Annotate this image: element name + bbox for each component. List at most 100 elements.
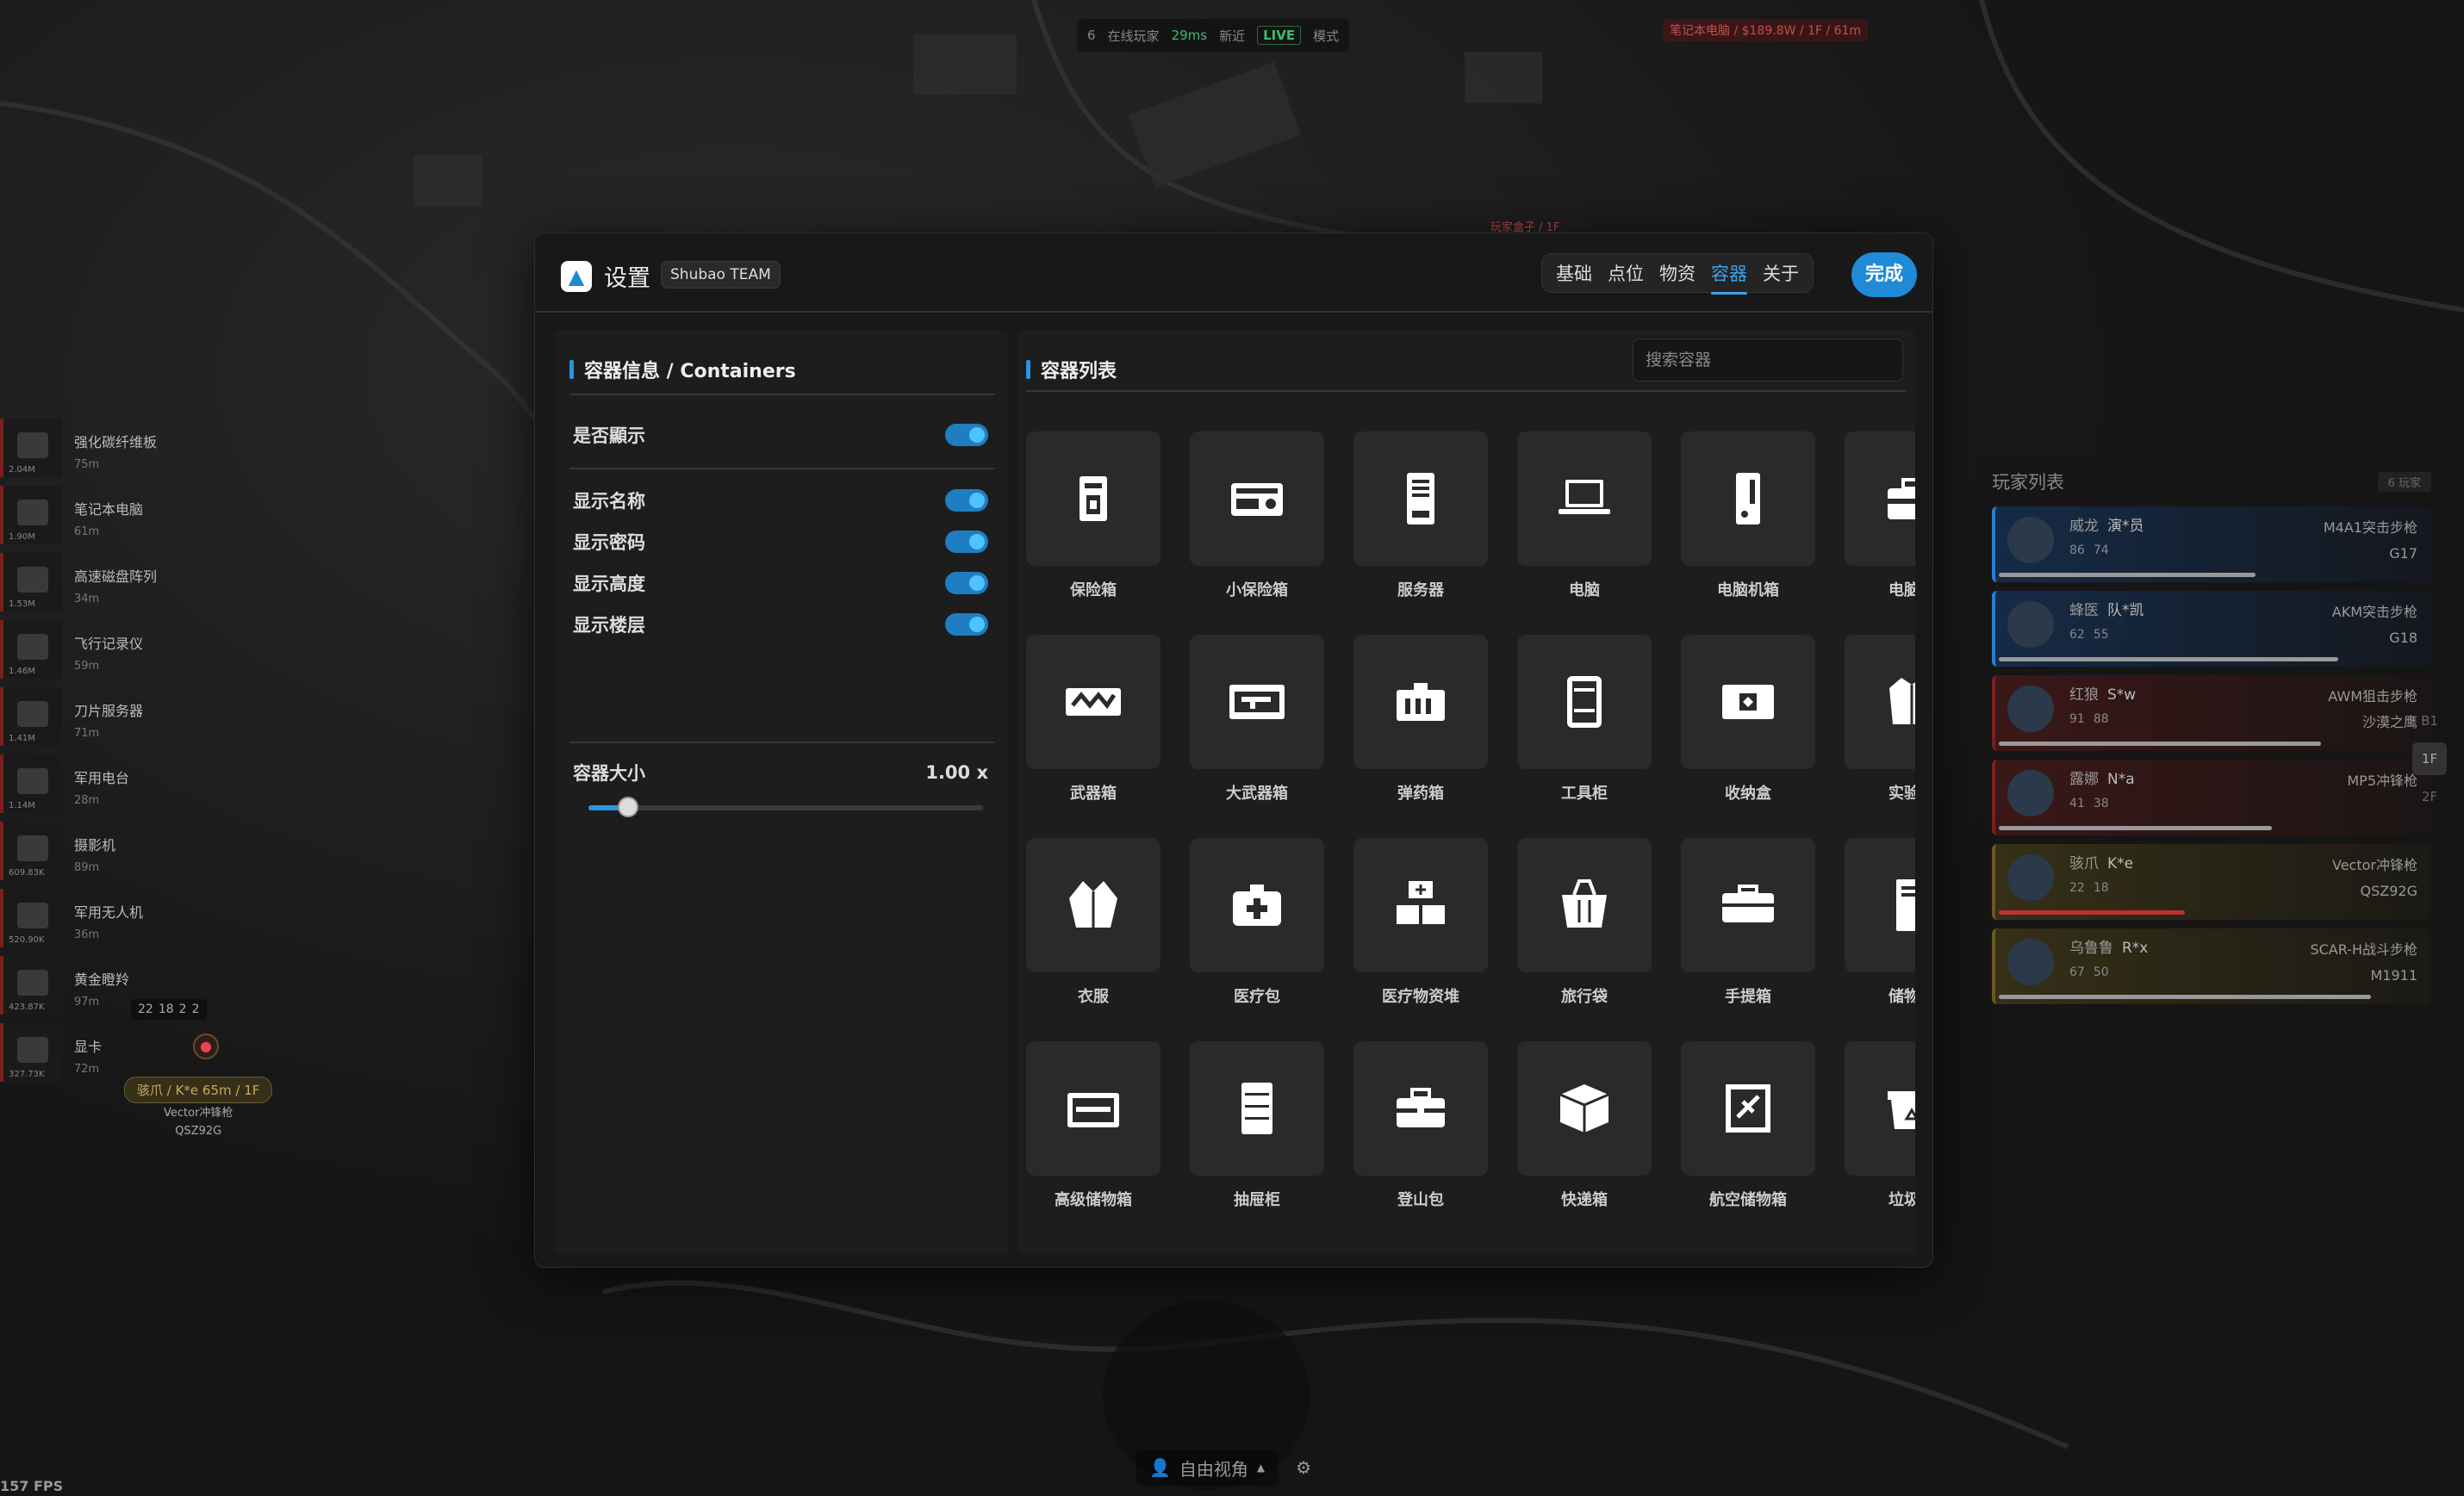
container-tile[interactable] — [1026, 635, 1160, 769]
container-tile[interactable] — [1517, 431, 1652, 566]
camera-mode-button[interactable]: 👤 自由视角 ▲ — [1136, 1449, 1279, 1486]
container-search-input[interactable] — [1633, 338, 1903, 382]
loot-item[interactable]: 1.14M 军用电台 28m — [0, 754, 207, 822]
container-card[interactable]: 抽屉柜 — [1190, 1041, 1324, 1210]
container-card[interactable]: 小保险箱 — [1190, 431, 1324, 600]
container-card[interactable]: 电脑包 — [1845, 431, 1915, 600]
loot-value[interactable]: 609.83K — [9, 868, 45, 878]
player-map-tag[interactable]: 骇爪 / K*e 65m / 1F — [124, 1077, 273, 1103]
loot-value[interactable]: 423.87K — [9, 1003, 45, 1012]
container-tile[interactable] — [1190, 431, 1324, 566]
container-card[interactable]: 垃圾箱 — [1845, 1041, 1915, 1210]
container-tile[interactable] — [1353, 635, 1488, 769]
floor-1f[interactable]: 1F — [2412, 742, 2447, 775]
size-slider-handle[interactable] — [617, 797, 638, 817]
loot-value[interactable]: 1.41M — [9, 734, 35, 743]
player-row[interactable]: 蜂医 队*凯 62 55 AKM突击步枪 G18 — [1992, 591, 2431, 667]
container-card[interactable]: 快递箱 — [1517, 1041, 1652, 1210]
floor-2f[interactable]: 2F — [2412, 780, 2447, 813]
tab-2[interactable]: 物资 — [1654, 260, 1701, 286]
option-row: 显示高度 — [573, 566, 988, 600]
container-tile[interactable] — [1845, 431, 1915, 566]
loot-value[interactable]: 1.14M — [9, 801, 35, 810]
player-avatar — [2007, 770, 2054, 816]
container-card[interactable]: 电脑 — [1517, 431, 1652, 600]
container-tile[interactable] — [1517, 838, 1652, 972]
map-loot-marker[interactable]: 笔记本电脑 / $189.8W / 1F / 61m — [1663, 19, 1869, 41]
container-tile[interactable] — [1190, 635, 1324, 769]
container-tile[interactable] — [1845, 635, 1915, 769]
loot-item[interactable]: 1.46M 飞行记录仪 59m — [0, 620, 207, 687]
option-toggle[interactable] — [945, 613, 988, 636]
container-tile[interactable] — [1681, 431, 1815, 566]
tab-3[interactable]: 容器 — [1706, 260, 1752, 295]
container-card[interactable]: 工具柜 — [1517, 635, 1652, 804]
container-card[interactable]: 服务器 — [1353, 431, 1488, 600]
loot-item[interactable]: 2.04M 强化碳纤维板 75m — [0, 419, 207, 486]
container-card[interactable]: 航空储物箱 — [1681, 1041, 1815, 1210]
container-tile[interactable] — [1681, 635, 1815, 769]
loot-value[interactable]: 1.53M — [9, 599, 35, 609]
player-row[interactable]: 红狼 S*w 91 88 AWM狙击步枪 沙漠之鹰 — [1992, 675, 2431, 751]
loot-value[interactable]: 1.90M — [9, 532, 35, 542]
container-card[interactable]: 登山包 — [1353, 1041, 1488, 1210]
container-tile[interactable] — [1681, 838, 1815, 972]
container-tile[interactable] — [1353, 431, 1488, 566]
container-label: 医疗物资堆 — [1382, 988, 1459, 1006]
player-row[interactable]: 骇爪 K*e 22 18 Vector冲锋枪 QSZ92G — [1992, 844, 2431, 920]
show-toggle[interactable] — [945, 424, 988, 446]
container-grid: 保险箱 小保险箱 服务器 电脑 电脑机箱 电脑包武器箱 大武器箱 弹药箱 工具柜 收纳盒 实验服衣服… — [1017, 416, 1915, 1245]
option-toggle[interactable] — [945, 531, 988, 553]
container-card[interactable]: 武器箱 — [1026, 635, 1160, 804]
loot-item[interactable]: 609.83K 摄影机 89m — [0, 822, 207, 889]
loot-value[interactable]: 520.90K — [9, 935, 45, 945]
container-card[interactable]: 高级储物箱 — [1026, 1041, 1160, 1210]
container-card[interactable]: 医疗物资堆 — [1353, 838, 1488, 1007]
player-row[interactable]: 乌鲁鲁 R*x 67 50 SCAR-H战斗步枪 M1911 — [1992, 928, 2431, 1004]
loot-value[interactable]: 2.04M — [9, 465, 35, 475]
container-tile[interactable] — [1190, 838, 1324, 972]
player-row[interactable]: 威龙 演*员 86 74 M4A1突击步枪 G17 — [1992, 506, 2431, 582]
option-toggle[interactable] — [945, 572, 988, 594]
gear-icon[interactable]: ⚙ — [1296, 1457, 1311, 1478]
container-tile[interactable] — [1190, 1041, 1324, 1176]
done-button[interactable]: 完成 — [1851, 252, 1917, 297]
container-tile[interactable] — [1517, 635, 1652, 769]
player-map-icon[interactable]: ● — [193, 1034, 219, 1059]
container-card[interactable]: 医疗包 — [1190, 838, 1324, 1007]
container-tile[interactable] — [1845, 1041, 1915, 1176]
container-card[interactable]: 储物柜 — [1845, 838, 1915, 1007]
container-card[interactable]: 电脑机箱 — [1681, 431, 1815, 600]
container-card[interactable]: 保险箱 — [1026, 431, 1160, 600]
container-tile[interactable] — [1681, 1041, 1815, 1176]
container-tile[interactable] — [1026, 838, 1160, 972]
tab-0[interactable]: 基础 — [1551, 260, 1597, 286]
container-card[interactable]: 实验服 — [1845, 635, 1915, 804]
container-card[interactable]: 旅行袋 — [1517, 838, 1652, 1007]
container-tile[interactable] — [1353, 1041, 1488, 1176]
tab-1[interactable]: 点位 — [1602, 260, 1649, 286]
player-map-weapon: Vector冲锋枪 QSZ92G — [164, 1104, 233, 1140]
container-card[interactable]: 弹药箱 — [1353, 635, 1488, 804]
tab-4[interactable]: 关于 — [1758, 260, 1804, 286]
loot-item[interactable]: 1.41M 刀片服务器 71m — [0, 687, 207, 754]
container-tile[interactable] — [1517, 1041, 1652, 1176]
container-tile[interactable] — [1026, 431, 1160, 566]
loot-item[interactable]: 520.90K 军用无人机 36m — [0, 889, 207, 956]
option-toggle[interactable] — [945, 489, 988, 512]
loot-item[interactable]: 1.90M 笔记本电脑 61m — [0, 486, 207, 553]
container-card[interactable]: 衣服 — [1026, 838, 1160, 1007]
size-slider[interactable] — [588, 797, 983, 817]
player-role-name: 骇爪 — [2069, 855, 2099, 872]
player-row[interactable]: 露娜 N*a 41 38 MP5冲锋枪 — [1992, 760, 2431, 835]
loot-value[interactable]: 1.46M — [9, 667, 35, 676]
loot-item[interactable]: 1.53M 高速磁盘阵列 34m — [0, 553, 207, 620]
floor-b1[interactable]: B1 — [2412, 705, 2447, 737]
container-tile[interactable] — [1353, 838, 1488, 972]
container-card[interactable]: 手提箱 — [1681, 838, 1815, 1007]
loot-value[interactable]: 327.73K — [9, 1070, 45, 1079]
container-tile[interactable] — [1026, 1041, 1160, 1176]
container-card[interactable]: 收纳盒 — [1681, 635, 1815, 804]
container-card[interactable]: 大武器箱 — [1190, 635, 1324, 804]
container-tile[interactable] — [1845, 838, 1915, 972]
